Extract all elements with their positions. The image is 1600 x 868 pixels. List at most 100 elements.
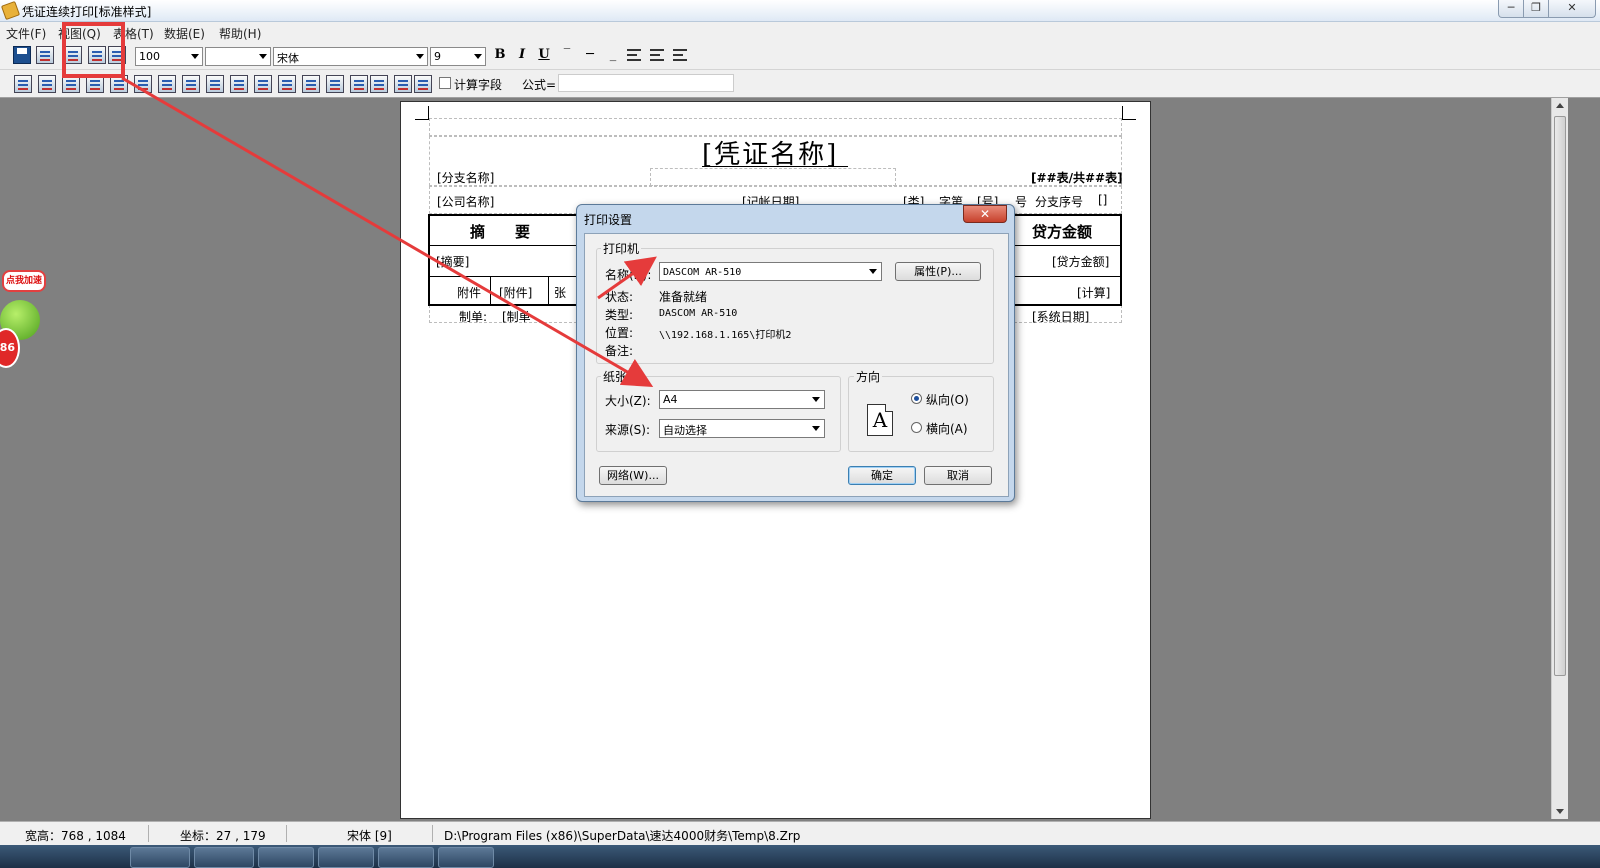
menu-bar: 文件(F) 视图(Q) 表格(T) 数据(E) 帮助(H) [0, 22, 1600, 41]
paper-group-label: 纸张 [601, 368, 630, 385]
taskbar-item[interactable] [130, 847, 190, 868]
group-icon[interactable] [350, 75, 368, 93]
status-font: 宋体 [9] [347, 829, 392, 843]
paper-group [596, 376, 841, 452]
grid-icon[interactable] [206, 75, 224, 93]
taskbar-item[interactable] [438, 847, 494, 868]
annotation-highlight-box [62, 22, 125, 78]
maximize-button[interactable]: ❐ [1523, 0, 1549, 18]
scroll-thumb[interactable] [1554, 116, 1566, 676]
type-label: 类型: [605, 308, 634, 322]
font-size-select[interactable]: 9 [430, 47, 486, 66]
tree-icon[interactable] [182, 75, 200, 93]
section-icon[interactable] [278, 75, 296, 93]
branch-seq-label: 分支序号 [1035, 195, 1084, 209]
table-divider [490, 276, 491, 304]
window-icon[interactable] [230, 75, 248, 93]
printer-name-select[interactable]: DASCOM AR-510 [659, 262, 882, 281]
underline-button[interactable]: U [535, 46, 553, 64]
style-select[interactable] [205, 47, 271, 66]
font-name-select[interactable]: 宋体 [273, 47, 428, 66]
status-separator [148, 825, 149, 842]
menu-help[interactable]: 帮助(H) [219, 25, 261, 42]
menu-data[interactable]: 数据(E) [164, 25, 205, 42]
taskbar-item[interactable] [194, 847, 254, 868]
landscape-radio[interactable] [911, 422, 922, 433]
paper-source-value: 自动选择 [663, 424, 707, 437]
sort-icon[interactable] [414, 75, 432, 93]
credit-field[interactable]: [贷方金额] [1052, 253, 1109, 270]
scroll-up-icon[interactable] [1556, 103, 1564, 108]
branch-seq-field[interactable]: [] [1098, 193, 1107, 207]
status-value: 准备就绪 [659, 290, 708, 304]
landscape-label[interactable]: 横向(A) [926, 420, 968, 437]
taskbar-item[interactable] [258, 847, 314, 868]
vertical-scrollbar[interactable] [1551, 98, 1568, 819]
arrange-icon[interactable] [394, 75, 412, 93]
taskbar-item[interactable] [318, 847, 374, 868]
chevron-down-icon [869, 269, 877, 274]
calc-field-label: 计算字段 [454, 78, 503, 92]
menu-file[interactable]: 文件(F) [6, 25, 46, 42]
minimize-button[interactable]: ─ [1498, 0, 1524, 18]
top-border-button[interactable]: ‾ [558, 46, 576, 64]
font-size-value: 9 [434, 50, 441, 63]
taskbar [0, 845, 1600, 868]
network-button[interactable]: 网络(W)... [599, 466, 667, 485]
summary-field[interactable]: [摘要] [436, 253, 469, 270]
align-left-icon[interactable] [627, 49, 641, 61]
scroll-down-icon[interactable] [1556, 809, 1564, 814]
attach-field[interactable]: [附件] [499, 284, 532, 301]
maker-field[interactable]: [制单 [502, 308, 531, 325]
number-suffix-label: 号 [1015, 195, 1028, 209]
dialog-close-button[interactable]: ✕ [963, 205, 1007, 223]
text-tool-icon[interactable] [14, 75, 32, 93]
middle-border-button[interactable]: ─ [581, 46, 599, 64]
italic-button[interactable]: I [513, 46, 531, 64]
save-icon[interactable] [13, 46, 31, 64]
status-label: 状态: [605, 290, 634, 304]
chevron-down-icon [474, 54, 482, 59]
taskbar-item[interactable] [378, 847, 434, 868]
multiline-text-icon[interactable] [38, 75, 56, 93]
print-setup-dialog: 打印设置 ✕ 打印机 名称(N): DASCOM AR-510 属性(P)...… [576, 204, 1015, 502]
company-name-field[interactable]: [公司名称] [437, 193, 494, 210]
branch-name-field[interactable]: [分支名称] [437, 169, 494, 186]
frame-icon[interactable] [134, 75, 152, 93]
calc-field[interactable]: [计算] [1077, 284, 1110, 301]
formula-input[interactable] [558, 74, 734, 92]
portrait-radio[interactable] [911, 393, 922, 404]
close-button[interactable]: ✕ [1548, 0, 1596, 18]
speedup-bubble[interactable]: 点我加速 [2, 270, 46, 292]
system-date-field[interactable]: [系统日期] [1032, 308, 1089, 325]
credit-column-header: 贷方金额 [1032, 223, 1093, 241]
printer-name-label: 名称(N): [605, 268, 652, 282]
paper-size-label: 大小(Z): [605, 394, 651, 408]
link-icon[interactable] [326, 75, 344, 93]
banner-icon[interactable] [254, 75, 272, 93]
align-center-icon[interactable] [650, 49, 664, 61]
attach-label: 附件 [457, 286, 482, 300]
maker-label: 制单: [459, 310, 488, 324]
people-icon[interactable] [370, 75, 388, 93]
calc-icon[interactable] [302, 75, 320, 93]
paper-source-select[interactable]: 自动选择 [659, 419, 825, 438]
portrait-label[interactable]: 纵向(O) [926, 391, 969, 408]
summary-column-header: 摘 要 [470, 223, 531, 241]
zoom-select[interactable]: 100 [135, 47, 203, 66]
clock-icon[interactable] [158, 75, 176, 93]
bold-button[interactable]: B [491, 46, 509, 64]
ok-button[interactable]: 确定 [848, 466, 916, 485]
cancel-button[interactable]: 取消 [924, 466, 992, 485]
print-preview-icon[interactable] [36, 46, 54, 64]
bottom-border-button[interactable]: _ [604, 46, 622, 64]
calc-field-checkbox[interactable] [439, 77, 451, 89]
properties-button[interactable]: 属性(P)... [895, 262, 981, 281]
comment-label: 备注: [605, 344, 634, 358]
align-right-icon[interactable] [673, 49, 687, 61]
paper-size-select[interactable]: A4 [659, 390, 825, 409]
paper-source-label: 来源(S): [605, 423, 651, 437]
app-icon [0, 0, 21, 21]
dialog-body: 打印机 名称(N): DASCOM AR-510 属性(P)... 状态: 准备… [584, 233, 1009, 497]
table-count-field[interactable]: [##表/共##表] [1031, 169, 1123, 186]
